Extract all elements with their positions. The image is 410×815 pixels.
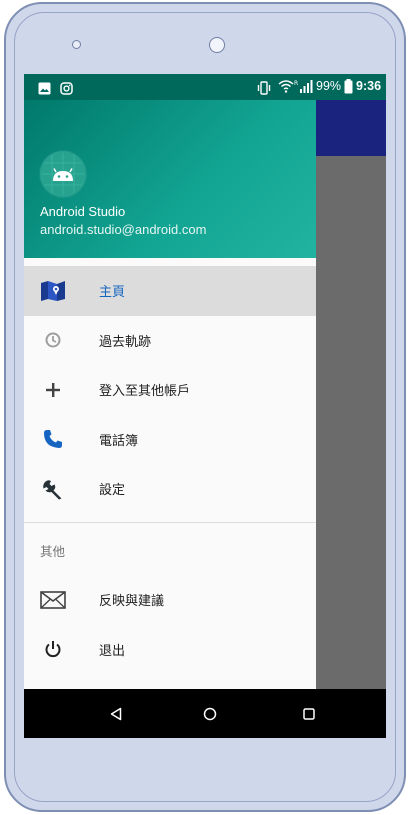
menu-item-home[interactable]: 主頁 bbox=[24, 266, 316, 316]
android-icon bbox=[42, 153, 84, 195]
camera-icon bbox=[209, 37, 225, 53]
system-nav-bar bbox=[24, 689, 386, 738]
avatar[interactable] bbox=[40, 151, 86, 197]
menu-item-label: 登入至其他帳戶 bbox=[99, 384, 191, 400]
menu-divider bbox=[24, 522, 316, 523]
power-icon bbox=[40, 637, 66, 661]
signal-icon: R bbox=[294, 79, 314, 98]
map-icon bbox=[40, 279, 66, 303]
navigation-drawer: Android Studio android.studio@android.co… bbox=[24, 100, 316, 689]
menu-item-settings[interactable]: 設定 bbox=[24, 464, 316, 514]
section-label-other: 其他 bbox=[40, 544, 66, 559]
menu-item-label: 電話簿 bbox=[99, 433, 139, 449]
svg-text:R: R bbox=[294, 80, 298, 87]
menu-item-label: 退出 bbox=[99, 643, 126, 659]
menu-item-add-account[interactable]: 登入至其他帳戶 bbox=[24, 365, 316, 415]
user-name: Android Studio bbox=[40, 204, 126, 219]
menu-item-label: 主頁 bbox=[99, 285, 126, 301]
history-icon bbox=[40, 328, 66, 352]
instagram-icon bbox=[60, 80, 73, 99]
menu-item-label: 過去軌跡 bbox=[99, 334, 152, 350]
app-toolbar-behind bbox=[316, 98, 386, 156]
vibrate-icon bbox=[256, 80, 272, 99]
menu-item-history[interactable]: 過去軌跡 bbox=[24, 316, 316, 366]
menu-item-label: 設定 bbox=[99, 483, 126, 499]
speaker-icon bbox=[72, 40, 81, 49]
drawer-menu: 主頁 過去軌跡 登入至其他帳戶 電話簿 設定 bbox=[24, 266, 316, 514]
phone-icon bbox=[40, 427, 66, 451]
drawer-secondary-menu: 反映與建議 退出 bbox=[24, 575, 316, 674]
recents-icon[interactable] bbox=[298, 703, 320, 725]
wifi-icon bbox=[278, 79, 294, 98]
home-icon[interactable] bbox=[199, 703, 221, 725]
menu-item-logout[interactable]: 退出 bbox=[24, 625, 316, 675]
image-icon bbox=[38, 80, 51, 99]
plus-icon bbox=[40, 378, 66, 402]
user-email: android.studio@android.com bbox=[40, 222, 207, 237]
back-icon[interactable] bbox=[105, 703, 127, 725]
menu-item-label: 反映與建議 bbox=[99, 594, 165, 610]
menu-item-feedback[interactable]: 反映與建議 bbox=[24, 575, 316, 625]
battery-icon bbox=[344, 79, 353, 98]
status-bar: R 99% 9:36 bbox=[24, 74, 386, 100]
mail-icon bbox=[40, 588, 66, 612]
wrench-icon bbox=[40, 477, 66, 501]
drawer-header: Android Studio android.studio@android.co… bbox=[24, 100, 316, 258]
menu-item-phonebook[interactable]: 電話簿 bbox=[24, 415, 316, 465]
clock: 9:36 bbox=[356, 79, 382, 93]
battery-percent: 99% bbox=[316, 79, 342, 93]
screen: R 99% 9:36 Android Studio android.studio… bbox=[24, 74, 386, 738]
